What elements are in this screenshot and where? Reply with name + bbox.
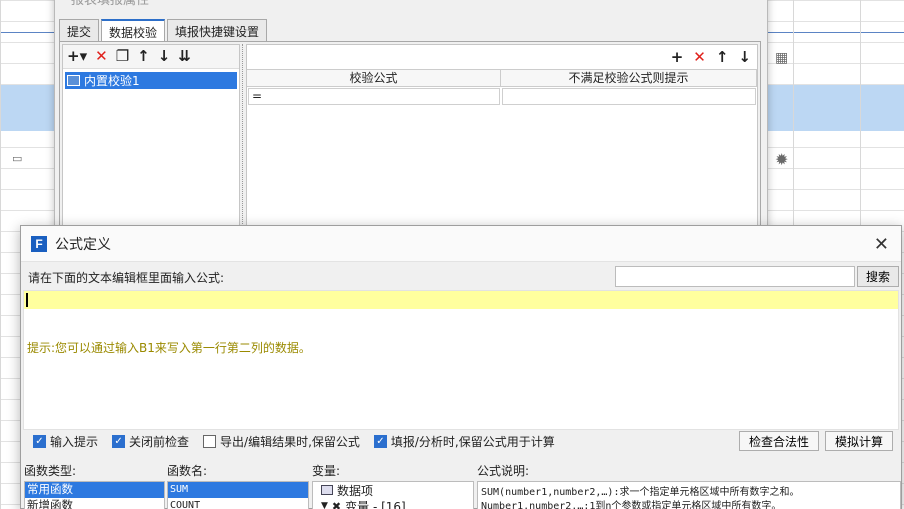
list-item[interactable]: ▼ ✖ 变量 - [16] bbox=[313, 498, 473, 509]
input-hint-checkbox[interactable]: ✓ bbox=[33, 434, 46, 448]
table-row[interactable]: = bbox=[247, 87, 757, 106]
formula-grid-header: 校验公式 不满足校验公式则提示 bbox=[247, 69, 757, 87]
back-dialog-close-icon[interactable]: ✕ bbox=[741, 0, 753, 3]
option-label: 填报/分析时,保留公式用于计算 bbox=[390, 434, 555, 449]
back-dialog-tabs: 提交 数据校验 填报快捷键设置 bbox=[59, 19, 269, 42]
option-input-hint[interactable]: ✓ 输入提示 bbox=[33, 433, 98, 450]
search-button[interactable]: 搜索 bbox=[857, 266, 899, 287]
variable-label-text: 数据项 bbox=[337, 483, 374, 498]
option-keep-formula-export[interactable]: ✓ 导出/编辑结果时,保留公式 bbox=[203, 433, 360, 450]
formula-grid-toolbar: + ✕ ↑ ↓ bbox=[247, 45, 757, 69]
editor-current-line[interactable] bbox=[24, 291, 898, 309]
editor-prompt: 请在下面的文本编辑框里面输入公式: bbox=[28, 271, 225, 285]
option-label: 导出/编辑结果时,保留公式 bbox=[220, 434, 360, 449]
variable-group-icon: ✖ bbox=[331, 499, 342, 509]
tab-data-validation[interactable]: 数据校验 bbox=[101, 19, 166, 42]
check-validity-button[interactable]: 检查合法性 bbox=[739, 431, 819, 451]
row-up-icon[interactable]: ↑ bbox=[716, 49, 729, 65]
delete-row-icon[interactable]: ✕ bbox=[693, 49, 706, 65]
simulate-calc-button[interactable]: 模拟计算 bbox=[825, 431, 893, 451]
variable-label-text: 变量 - [16] bbox=[345, 499, 406, 509]
validation-list-toolbar: +▾ ✕ ❐ ↑ ↓ ⇊ bbox=[63, 45, 239, 69]
list-item[interactable]: COUNT bbox=[168, 498, 308, 509]
options-row: ✓ 输入提示 ✓ 关闭前检查 ✓ 导出/编辑结果时,保留公式 ✓ 填报/分析时,… bbox=[33, 432, 555, 450]
check-before-close-checkbox[interactable]: ✓ bbox=[112, 434, 126, 448]
move-down-icon[interactable]: ↓ bbox=[158, 49, 171, 64]
cell-widget-icon[interactable]: ▭ bbox=[12, 152, 22, 165]
formula-editor[interactable]: 提示:您可以通过输入B1来写入第一行第二列的数据。 bbox=[23, 290, 899, 430]
validation-panel: +▾ ✕ ❐ ↑ ↓ ⇊ 内置校验1 + ✕ ↑ ↓ 校验公式 不满足校验公式则… bbox=[59, 41, 761, 231]
prompt-row: 请在下面的文本编辑框里面输入公式: 搜索 bbox=[21, 264, 901, 290]
row-down-icon[interactable]: ↓ bbox=[738, 49, 751, 65]
editor-hint: 提示:您可以通过输入B1来写入第一行第二列的数据。 bbox=[27, 341, 311, 355]
list-item[interactable]: 常用函数 bbox=[25, 482, 164, 498]
option-label: 输入提示 bbox=[50, 434, 99, 449]
text-caret bbox=[26, 293, 28, 307]
keep-formula-fill-checkbox[interactable]: ✓ bbox=[373, 434, 387, 448]
list-item[interactable]: 数据项 bbox=[313, 482, 473, 498]
list-item[interactable]: 新增函数 bbox=[25, 498, 164, 509]
description-line: SUM(number1,number2,…):求一个指定单元格区域中所有数字之和… bbox=[481, 487, 800, 498]
validation-item-icon bbox=[67, 75, 80, 86]
move-bottom-icon[interactable]: ⇊ bbox=[178, 49, 191, 64]
formula-description: SUM(number1,number2,…):求一个指定单元格区域中所有数字之和… bbox=[477, 481, 901, 509]
add-dropdown-icon[interactable]: +▾ bbox=[67, 49, 87, 64]
add-icon[interactable]: + bbox=[671, 49, 684, 65]
column-header-formula: 校验公式 bbox=[247, 70, 501, 86]
expand-arrow-icon[interactable]: ▼ bbox=[321, 501, 328, 509]
tree-item-validation[interactable]: 内置校验1 bbox=[65, 72, 237, 89]
variable-tree[interactable]: 数据项 ▼ ✖ 变量 - [16] bbox=[312, 481, 474, 509]
formula-definition-dialog: F 公式定义 ✕ 请在下面的文本编辑框里面输入公式: 搜索 提示:您可以通过输入… bbox=[20, 225, 902, 509]
message-cell[interactable] bbox=[502, 88, 756, 105]
keep-formula-export-checkbox[interactable]: ✓ bbox=[203, 434, 217, 448]
calendar-icon[interactable]: ▦ bbox=[775, 50, 788, 66]
option-label: 关闭前检查 bbox=[129, 434, 190, 449]
app-logo-icon: F bbox=[31, 235, 47, 252]
func-type-label: 函数类型: bbox=[24, 464, 77, 478]
search-input[interactable] bbox=[615, 266, 855, 287]
gear-icon[interactable]: ✹ bbox=[775, 150, 788, 169]
copy-icon[interactable]: ❐ bbox=[116, 49, 129, 64]
validation-formula-pane: + ✕ ↑ ↓ 校验公式 不满足校验公式则提示 = bbox=[246, 44, 758, 230]
tab-fill-shortcuts[interactable]: 填报快捷键设置 bbox=[167, 19, 268, 41]
func-name-label: 函数名: bbox=[167, 464, 208, 478]
move-up-icon[interactable]: ↑ bbox=[137, 49, 150, 64]
option-check-before-close[interactable]: ✓ 关闭前检查 bbox=[112, 433, 189, 450]
formula-cell[interactable]: = bbox=[248, 88, 500, 105]
column-header-message: 不满足校验公式则提示 bbox=[501, 70, 757, 86]
column-line bbox=[0, 0, 1, 509]
variable-label: 变量: bbox=[312, 464, 341, 478]
dialog-title: 公式定义 bbox=[55, 236, 111, 253]
back-dialog-title: 报表填报属性 bbox=[71, 0, 150, 8]
dialog-titlebar: F 公式定义 bbox=[21, 226, 901, 262]
func-type-list[interactable]: 常用函数 新增函数 bbox=[24, 481, 165, 509]
description-label: 公式说明: bbox=[477, 464, 530, 478]
tree-item-label: 内置校验1 bbox=[84, 74, 140, 88]
list-item[interactable]: SUM bbox=[168, 482, 308, 498]
validation-list-pane: +▾ ✕ ❐ ↑ ↓ ⇊ 内置校验1 bbox=[62, 44, 240, 230]
data-item-icon bbox=[321, 485, 333, 495]
description-line: Number1,number2,…:1到n个参数或指定单元格区域中所有数字。 bbox=[481, 501, 782, 509]
func-name-list[interactable]: SUM COUNT bbox=[167, 481, 309, 509]
report-fill-attributes-dialog: 报表填报属性 ✕ 提交 数据校验 填报快捷键设置 +▾ ✕ ❐ ↑ ↓ ⇊ 内置… bbox=[54, 0, 768, 231]
option-keep-formula-fill[interactable]: ✓ 填报/分析时,保留公式用于计算 bbox=[373, 433, 555, 450]
delete-icon[interactable]: ✕ bbox=[95, 49, 108, 64]
close-icon[interactable]: ✕ bbox=[874, 234, 889, 255]
tab-submit[interactable]: 提交 bbox=[59, 19, 100, 41]
